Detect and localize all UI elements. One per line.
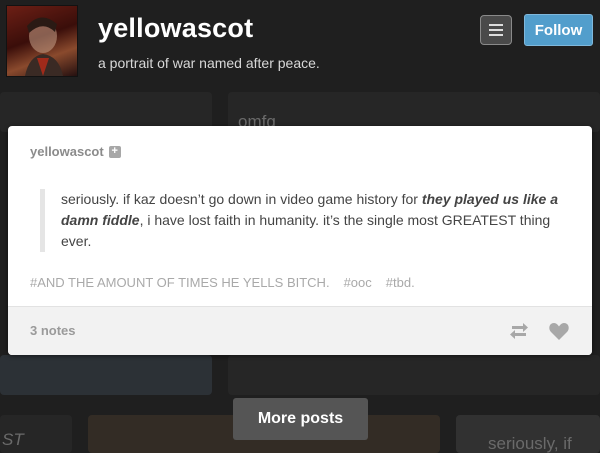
- plus-icon[interactable]: +: [108, 145, 121, 158]
- post-tags: #AND THE AMOUNT OF TIMES HE YELLS BITCH.…: [30, 275, 415, 290]
- blog-title[interactable]: yellowascot: [98, 13, 253, 44]
- blog-description: a portrait of war named after peace.: [98, 55, 320, 71]
- post-author-link[interactable]: yellowascot: [30, 144, 104, 159]
- reblog-icon[interactable]: [508, 320, 530, 347]
- tag-link[interactable]: #tbd.: [386, 275, 415, 290]
- heart-icon[interactable]: [548, 320, 570, 347]
- menu-icon: [489, 24, 503, 36]
- post-card: yellowascot + seriously. if kaz doesn’t …: [8, 126, 592, 355]
- more-posts-button[interactable]: More posts: [233, 398, 368, 440]
- blog-avatar[interactable]: [7, 6, 77, 76]
- tag-link[interactable]: #AND THE AMOUNT OF TIMES HE YELLS BITCH.: [30, 275, 330, 290]
- quote-text-start: seriously. if kaz doesn’t go down in vid…: [61, 191, 422, 207]
- post-quote: seriously. if kaz doesn’t go down in vid…: [40, 189, 570, 252]
- background-peek-text: ST: [2, 430, 24, 449]
- follow-button[interactable]: Follow: [524, 14, 593, 46]
- menu-button[interactable]: [480, 15, 512, 45]
- post-footer: 3 notes: [8, 306, 592, 355]
- post-author: yellowascot +: [30, 144, 121, 159]
- background-peek-text: seriously, if: [488, 434, 572, 453]
- tag-link[interactable]: #ooc: [344, 275, 372, 290]
- notes-count[interactable]: 3 notes: [30, 323, 76, 338]
